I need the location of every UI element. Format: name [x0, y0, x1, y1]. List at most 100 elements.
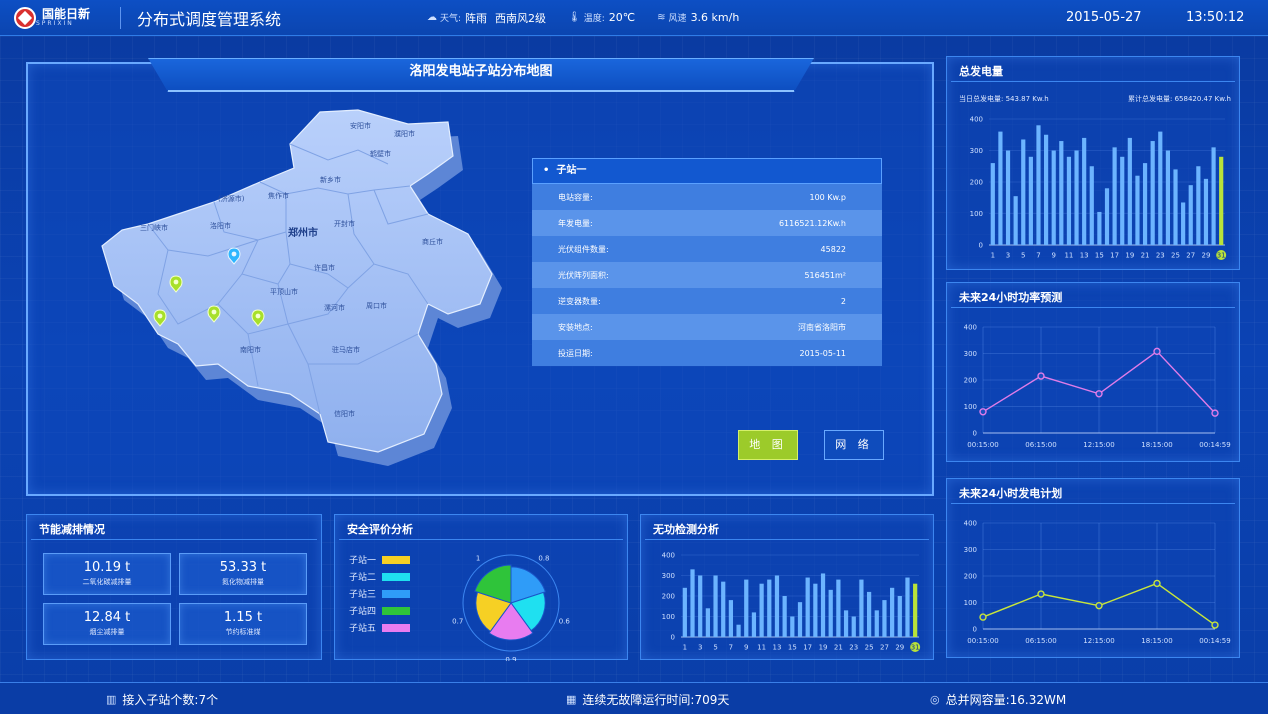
data-point[interactable]: [1037, 372, 1045, 380]
bar[interactable]: [882, 600, 887, 637]
bar[interactable]: [874, 610, 879, 637]
bar[interactable]: [1127, 137, 1132, 245]
bar[interactable]: [866, 591, 872, 637]
bar[interactable]: [774, 575, 780, 638]
bar[interactable]: [713, 575, 718, 638]
data-point[interactable]: [979, 613, 987, 621]
bar[interactable]: [790, 616, 795, 638]
data-point[interactable]: [1037, 590, 1045, 598]
bar[interactable]: [698, 575, 703, 638]
station-info-rows: 电站容量: 100 Kw.p 年发电量: 6116521.12Kw.h 光伏组件数量: 4…: [532, 184, 882, 366]
bar[interactable]: [1021, 139, 1026, 245]
wind-speed-label: 风速: [668, 14, 687, 24]
city-label: 许昌市: [314, 263, 335, 272]
bar[interactable]: [1082, 137, 1087, 245]
bar[interactable]: [905, 577, 910, 637]
bar[interactable]: [805, 577, 810, 637]
bar[interactable]: [1059, 141, 1064, 245]
bar[interactable]: [820, 573, 826, 637]
station-info-value: 6116521.12Kw.h: [778, 218, 846, 228]
bar[interactable]: [1120, 156, 1125, 245]
coal-value: 1.15 t: [223, 610, 263, 625]
data-point[interactable]: [1211, 621, 1219, 629]
bar[interactable]: [721, 581, 726, 637]
bar[interactable]: [1188, 185, 1193, 245]
bar-highlight[interactable]: [1219, 156, 1224, 245]
bar[interactable]: [728, 600, 734, 637]
bar[interactable]: [682, 587, 687, 637]
network-view-button[interactable]: 网 络: [824, 430, 884, 460]
bar[interactable]: [1150, 141, 1155, 245]
bar[interactable]: [828, 589, 833, 637]
bar[interactable]: [1005, 150, 1011, 246]
energy-saving-panel: 节能减排情况 10.19 t 二氧化碳减排量 53.33 t 氮化物减排量 12…: [26, 514, 322, 660]
x-tick-label: 9: [744, 644, 748, 652]
y-tick-label: 400: [964, 324, 977, 332]
city-label: 洛阳市: [210, 221, 231, 230]
x-tick-label: 11: [1064, 252, 1073, 260]
bar[interactable]: [890, 587, 895, 637]
co2-value: 10.19 t: [83, 560, 131, 575]
bar[interactable]: [767, 579, 772, 637]
bar[interactable]: [736, 624, 741, 637]
data-point[interactable]: [1153, 579, 1161, 588]
bar[interactable]: [1173, 169, 1178, 245]
data-point[interactable]: [1095, 390, 1103, 398]
city-label: 濮阳市: [394, 129, 415, 138]
bar[interactable]: [1044, 134, 1049, 245]
safety-evaluation-panel: 安全评价分析 子站一 子站二 子站三 子站四 子站五 0.8 0.6 0.9 0.7 1: [334, 514, 628, 661]
bar[interactable]: [797, 602, 803, 637]
data-point[interactable]: [1211, 409, 1219, 417]
bar[interactable]: [1066, 156, 1072, 245]
x-tick-label: 3: [698, 644, 702, 652]
bar-highlight[interactable]: [913, 583, 918, 637]
x-tick-label: 31: [911, 644, 920, 652]
bar[interactable]: [1181, 202, 1186, 245]
bar[interactable]: [1097, 211, 1102, 245]
bar[interactable]: [759, 583, 764, 637]
bar[interactable]: [744, 579, 749, 637]
nitride-value: 53.33 t: [219, 560, 267, 575]
bar[interactable]: [1203, 178, 1209, 245]
bar[interactable]: [990, 163, 995, 245]
wind-speed-value: 3.6 km/h: [690, 11, 740, 24]
map-view-button[interactable]: 地 图: [738, 430, 798, 460]
bar[interactable]: [1104, 188, 1110, 245]
bar[interactable]: [1165, 150, 1170, 246]
x-tick-label: 7: [1036, 252, 1040, 260]
bar[interactable]: [1135, 175, 1140, 245]
station-info-label: 安装地点:: [558, 322, 593, 332]
bar[interactable]: [813, 583, 818, 637]
cloud-icon: ☁: [427, 12, 437, 23]
bar[interactable]: [836, 579, 841, 637]
data-point[interactable]: [1153, 347, 1161, 356]
bar[interactable]: [705, 608, 710, 637]
bar[interactable]: [851, 616, 856, 638]
data-point[interactable]: [1095, 601, 1103, 610]
bar[interactable]: [998, 131, 1003, 245]
bar[interactable]: [1112, 147, 1117, 245]
y-tick-label: 200: [662, 593, 675, 601]
city-label: 漯河市: [324, 303, 345, 312]
data-point[interactable]: [979, 408, 987, 416]
x-tick-label: 21: [1141, 252, 1150, 260]
y-tick-label: 100: [662, 613, 675, 621]
bar[interactable]: [1036, 125, 1041, 245]
bar[interactable]: [751, 612, 757, 637]
bar[interactable]: [1074, 150, 1079, 246]
bar[interactable]: [1089, 166, 1094, 245]
bar[interactable]: [1051, 150, 1056, 246]
bar[interactable]: [859, 579, 864, 637]
bar[interactable]: [782, 596, 787, 637]
bar[interactable]: [1211, 147, 1216, 245]
bar[interactable]: [843, 610, 849, 637]
bar[interactable]: [1013, 196, 1018, 245]
bar[interactable]: [1028, 156, 1033, 245]
bar[interactable]: [1196, 166, 1201, 245]
y-tick-label: 300: [970, 147, 983, 155]
current-date: 2015-05-27: [1066, 10, 1142, 25]
bar[interactable]: [897, 596, 902, 637]
bar[interactable]: [1142, 163, 1148, 245]
bar[interactable]: [690, 569, 695, 637]
bar[interactable]: [1158, 131, 1163, 245]
